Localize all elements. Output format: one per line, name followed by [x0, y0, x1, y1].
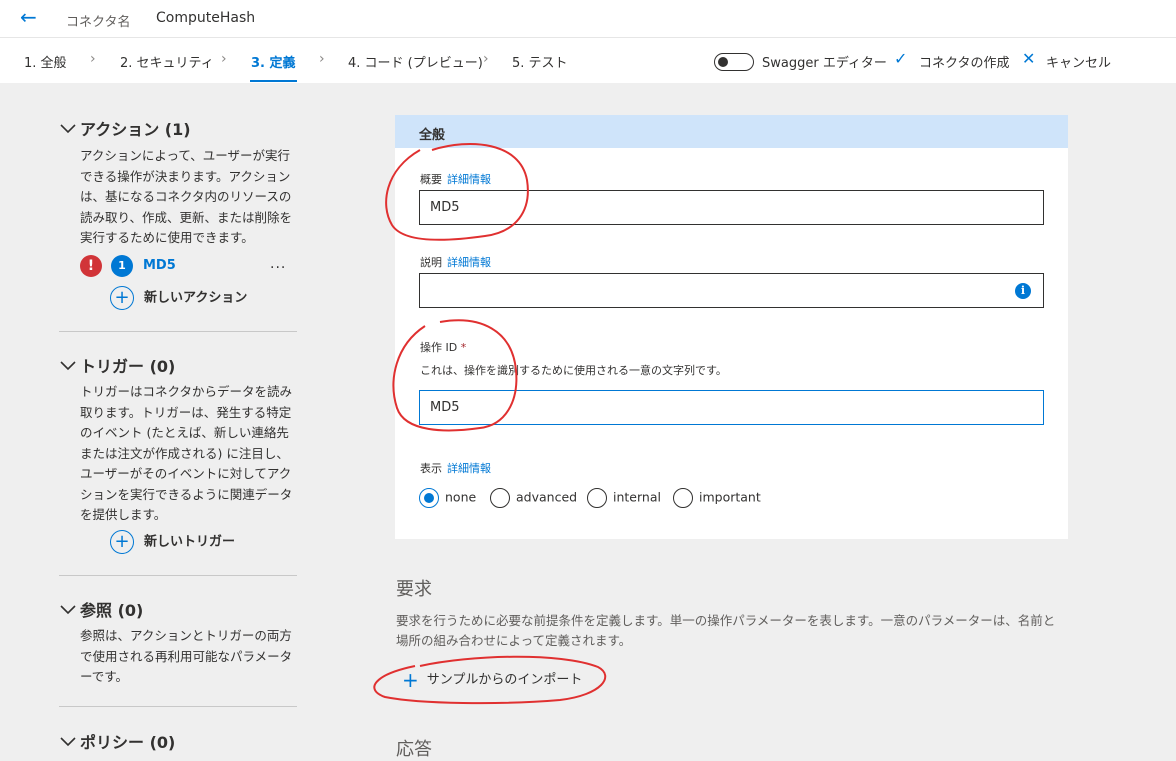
- plus-icon: +: [402, 668, 419, 692]
- plus-circle-icon: +: [110, 286, 134, 310]
- active-tab-indicator: [250, 80, 297, 82]
- references-section-header[interactable]: 参照 (0): [60, 597, 143, 621]
- description-label-text: 説明: [420, 256, 442, 269]
- triggers-title: トリガー (0): [80, 357, 176, 376]
- tab-code-preview[interactable]: 4. コード (プレビュー): [348, 52, 483, 71]
- checkmark-icon[interactable]: ✓: [894, 49, 907, 68]
- tab-test[interactable]: 5. テスト: [512, 52, 568, 71]
- connector-name-value: ComputeHash: [156, 10, 256, 26]
- policies-title: ポリシー (0): [80, 733, 176, 752]
- description-input[interactable]: i: [419, 273, 1044, 308]
- section-divider: [59, 706, 297, 707]
- visibility-learn-more-link[interactable]: 詳細情報: [447, 462, 491, 475]
- request-description: 要求を行うために必要な前提条件を定義します。単一の操作パラメーターを表します。一…: [396, 613, 1056, 648]
- tab-security[interactable]: 2. セキュリティ: [120, 52, 214, 71]
- new-action-label: 新しいアクション: [144, 290, 248, 306]
- chevron-down-icon: [60, 733, 76, 747]
- visibility-radio-important[interactable]: important: [673, 488, 761, 508]
- tab-general[interactable]: 1. 全般: [24, 52, 67, 71]
- swagger-editor-toggle[interactable]: [714, 53, 754, 71]
- new-action-button[interactable]: + 新しいアクション: [110, 286, 247, 310]
- summary-label-text: 概要: [420, 173, 442, 186]
- response-title: 応答: [396, 739, 432, 760]
- visibility-radio-advanced[interactable]: advanced: [490, 488, 577, 508]
- close-icon[interactable]: ✕: [1022, 49, 1035, 68]
- references-title: 参照 (0): [80, 601, 144, 620]
- actions-title: アクション (1): [80, 120, 191, 139]
- toggle-knob: [718, 57, 728, 67]
- description-label: 説明 詳細情報: [420, 254, 491, 270]
- radio-label: important: [699, 489, 761, 505]
- chevron-down-icon: [60, 120, 76, 134]
- operation-id-input[interactable]: MD5: [419, 390, 1044, 425]
- summary-label: 概要 詳細情報: [420, 171, 491, 187]
- info-icon[interactable]: i: [1015, 283, 1031, 299]
- visibility-radio-none[interactable]: none: [419, 488, 476, 508]
- import-from-sample-button[interactable]: + サンプルからのインポート: [402, 668, 582, 692]
- connector-name-label: コネクタ名: [66, 15, 131, 30]
- new-trigger-label: 新しいトリガー: [144, 534, 236, 550]
- chevron-right-icon: ›: [483, 51, 489, 67]
- summary-input[interactable]: MD5: [419, 190, 1044, 225]
- radio-circle: [673, 488, 693, 508]
- visibility-radio-internal[interactable]: internal: [587, 488, 661, 508]
- visibility-label: 表示 詳細情報: [420, 460, 491, 476]
- references-description: 参照は、アクションとトリガーの両方で使用される再利用可能なパラメーターです。: [80, 628, 293, 684]
- error-icon: !: [80, 255, 102, 277]
- radio-circle: [419, 488, 439, 508]
- action-count-badge: 1: [111, 255, 133, 277]
- create-connector-button[interactable]: コネクタの作成: [919, 52, 1009, 71]
- chevron-right-icon: ›: [221, 51, 227, 67]
- chevron-down-icon: [60, 601, 76, 615]
- triggers-section-header[interactable]: トリガー (0): [60, 353, 175, 377]
- tab-definition[interactable]: 3. 定義: [251, 52, 296, 71]
- new-trigger-button[interactable]: + 新しいトリガー: [110, 530, 235, 554]
- chevron-down-icon: [60, 357, 76, 371]
- general-card-title: 全般: [419, 128, 446, 143]
- section-divider: [59, 331, 297, 332]
- import-from-sample-label: サンプルからのインポート: [426, 672, 583, 688]
- triggers-description: トリガーはコネクタからデータを読み取ります。トリガーは、発生する特定のイベント …: [80, 384, 293, 522]
- section-divider: [59, 575, 297, 576]
- radio-label: internal: [613, 489, 661, 505]
- radio-circle: [587, 488, 607, 508]
- radio-label: advanced: [516, 489, 578, 505]
- arrow-left-icon[interactable]: ←: [20, 6, 37, 28]
- request-title: 要求: [396, 579, 432, 600]
- actions-description: アクションによって、ユーザーが実行できる操作が決まります。アクションは、基になる…: [80, 148, 293, 245]
- operation-id-help: これは、操作を識別するために使用される一意の文字列です。: [420, 364, 727, 377]
- swagger-editor-label[interactable]: Swagger エディター: [762, 52, 887, 71]
- chevron-right-icon: ›: [90, 51, 96, 67]
- plus-circle-icon: +: [110, 530, 134, 554]
- top-bar: ← コネクタ名 ComputeHash: [0, 0, 1176, 38]
- summary-learn-more-link[interactable]: 詳細情報: [447, 173, 491, 186]
- general-card: 全般 概要 詳細情報 MD5 説明 詳細情報 i 操作 ID * これは、操作を識別…: [395, 115, 1068, 539]
- operation-id-label: 操作 ID *: [420, 339, 466, 355]
- description-learn-more-link[interactable]: 詳細情報: [447, 256, 491, 269]
- radio-label: none: [445, 489, 477, 505]
- policies-section-header[interactable]: ポリシー (0): [60, 729, 175, 753]
- general-card-header: 全般: [395, 115, 1068, 148]
- chevron-right-icon: ›: [319, 51, 325, 67]
- operation-id-label-text: 操作 ID: [420, 341, 458, 354]
- cancel-button[interactable]: キャンセル: [1046, 52, 1111, 71]
- required-mark: *: [460, 341, 467, 354]
- action-item-md5[interactable]: MD5: [143, 258, 176, 273]
- visibility-label-text: 表示: [420, 462, 442, 475]
- radio-circle: [490, 488, 510, 508]
- more-options-icon[interactable]: ...: [270, 256, 286, 272]
- actions-section-header[interactable]: アクション (1): [60, 116, 191, 140]
